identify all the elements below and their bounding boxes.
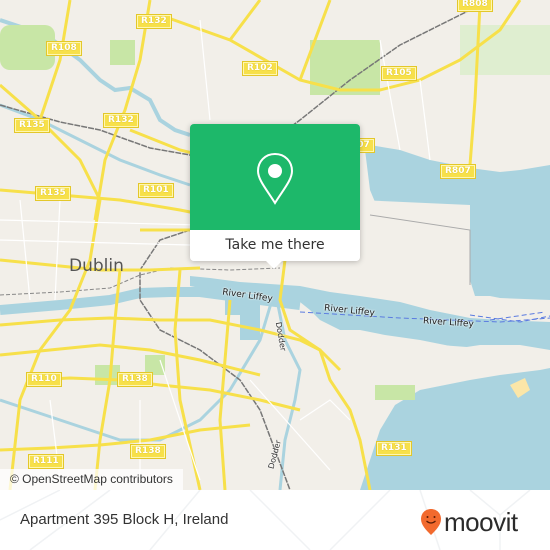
destination-address: Apartment 395 Block H, Ireland: [20, 511, 229, 528]
park-botanic: [110, 40, 135, 65]
popup-pointer: [266, 261, 282, 269]
popup-header[interactable]: [190, 124, 360, 230]
road-shield-r105: R105: [381, 66, 417, 81]
royal-canal: [0, 103, 191, 187]
moovit-logo[interactable]: moovit: [420, 508, 518, 536]
take-me-there-popup[interactable]: Take me there: [190, 124, 360, 269]
road-shield-r807-east: R807: [440, 164, 476, 179]
moovit-wordmark: moovit: [444, 507, 518, 537]
road-shield-r101: R101: [138, 183, 174, 198]
park-stephens-green: [95, 365, 120, 385]
map-attribution[interactable]: © OpenStreetMap contributors: [0, 469, 183, 490]
map-view[interactable]: R132 R808 R108 R102 R105 R135 R132 R807 …: [0, 0, 550, 490]
road-shield-r138-south: R138: [130, 444, 166, 459]
location-pin-icon: [256, 152, 294, 205]
moovit-pin-icon: [421, 509, 441, 535]
road-shield-r102: R102: [242, 61, 278, 76]
park-fairview: [310, 40, 380, 95]
road-shield-r110: R110: [26, 372, 62, 387]
park-ringsend: [375, 385, 415, 400]
road-shield-r808: R808: [457, 0, 493, 12]
road-shield-r108: R108: [46, 41, 82, 56]
road-shield-r138: R138: [117, 372, 153, 387]
road-shield-r131: R131: [376, 441, 412, 456]
road-shield-r132-mid: R132: [103, 113, 139, 128]
city-label-dublin: Dublin: [69, 256, 124, 276]
road-shield-r135-south: R135: [35, 186, 71, 201]
road-shield-r132: R132: [136, 14, 172, 29]
take-me-there-button[interactable]: Take me there: [190, 230, 360, 261]
road-shield-r135: R135: [14, 118, 50, 133]
road-shield-r111: R111: [28, 454, 64, 469]
